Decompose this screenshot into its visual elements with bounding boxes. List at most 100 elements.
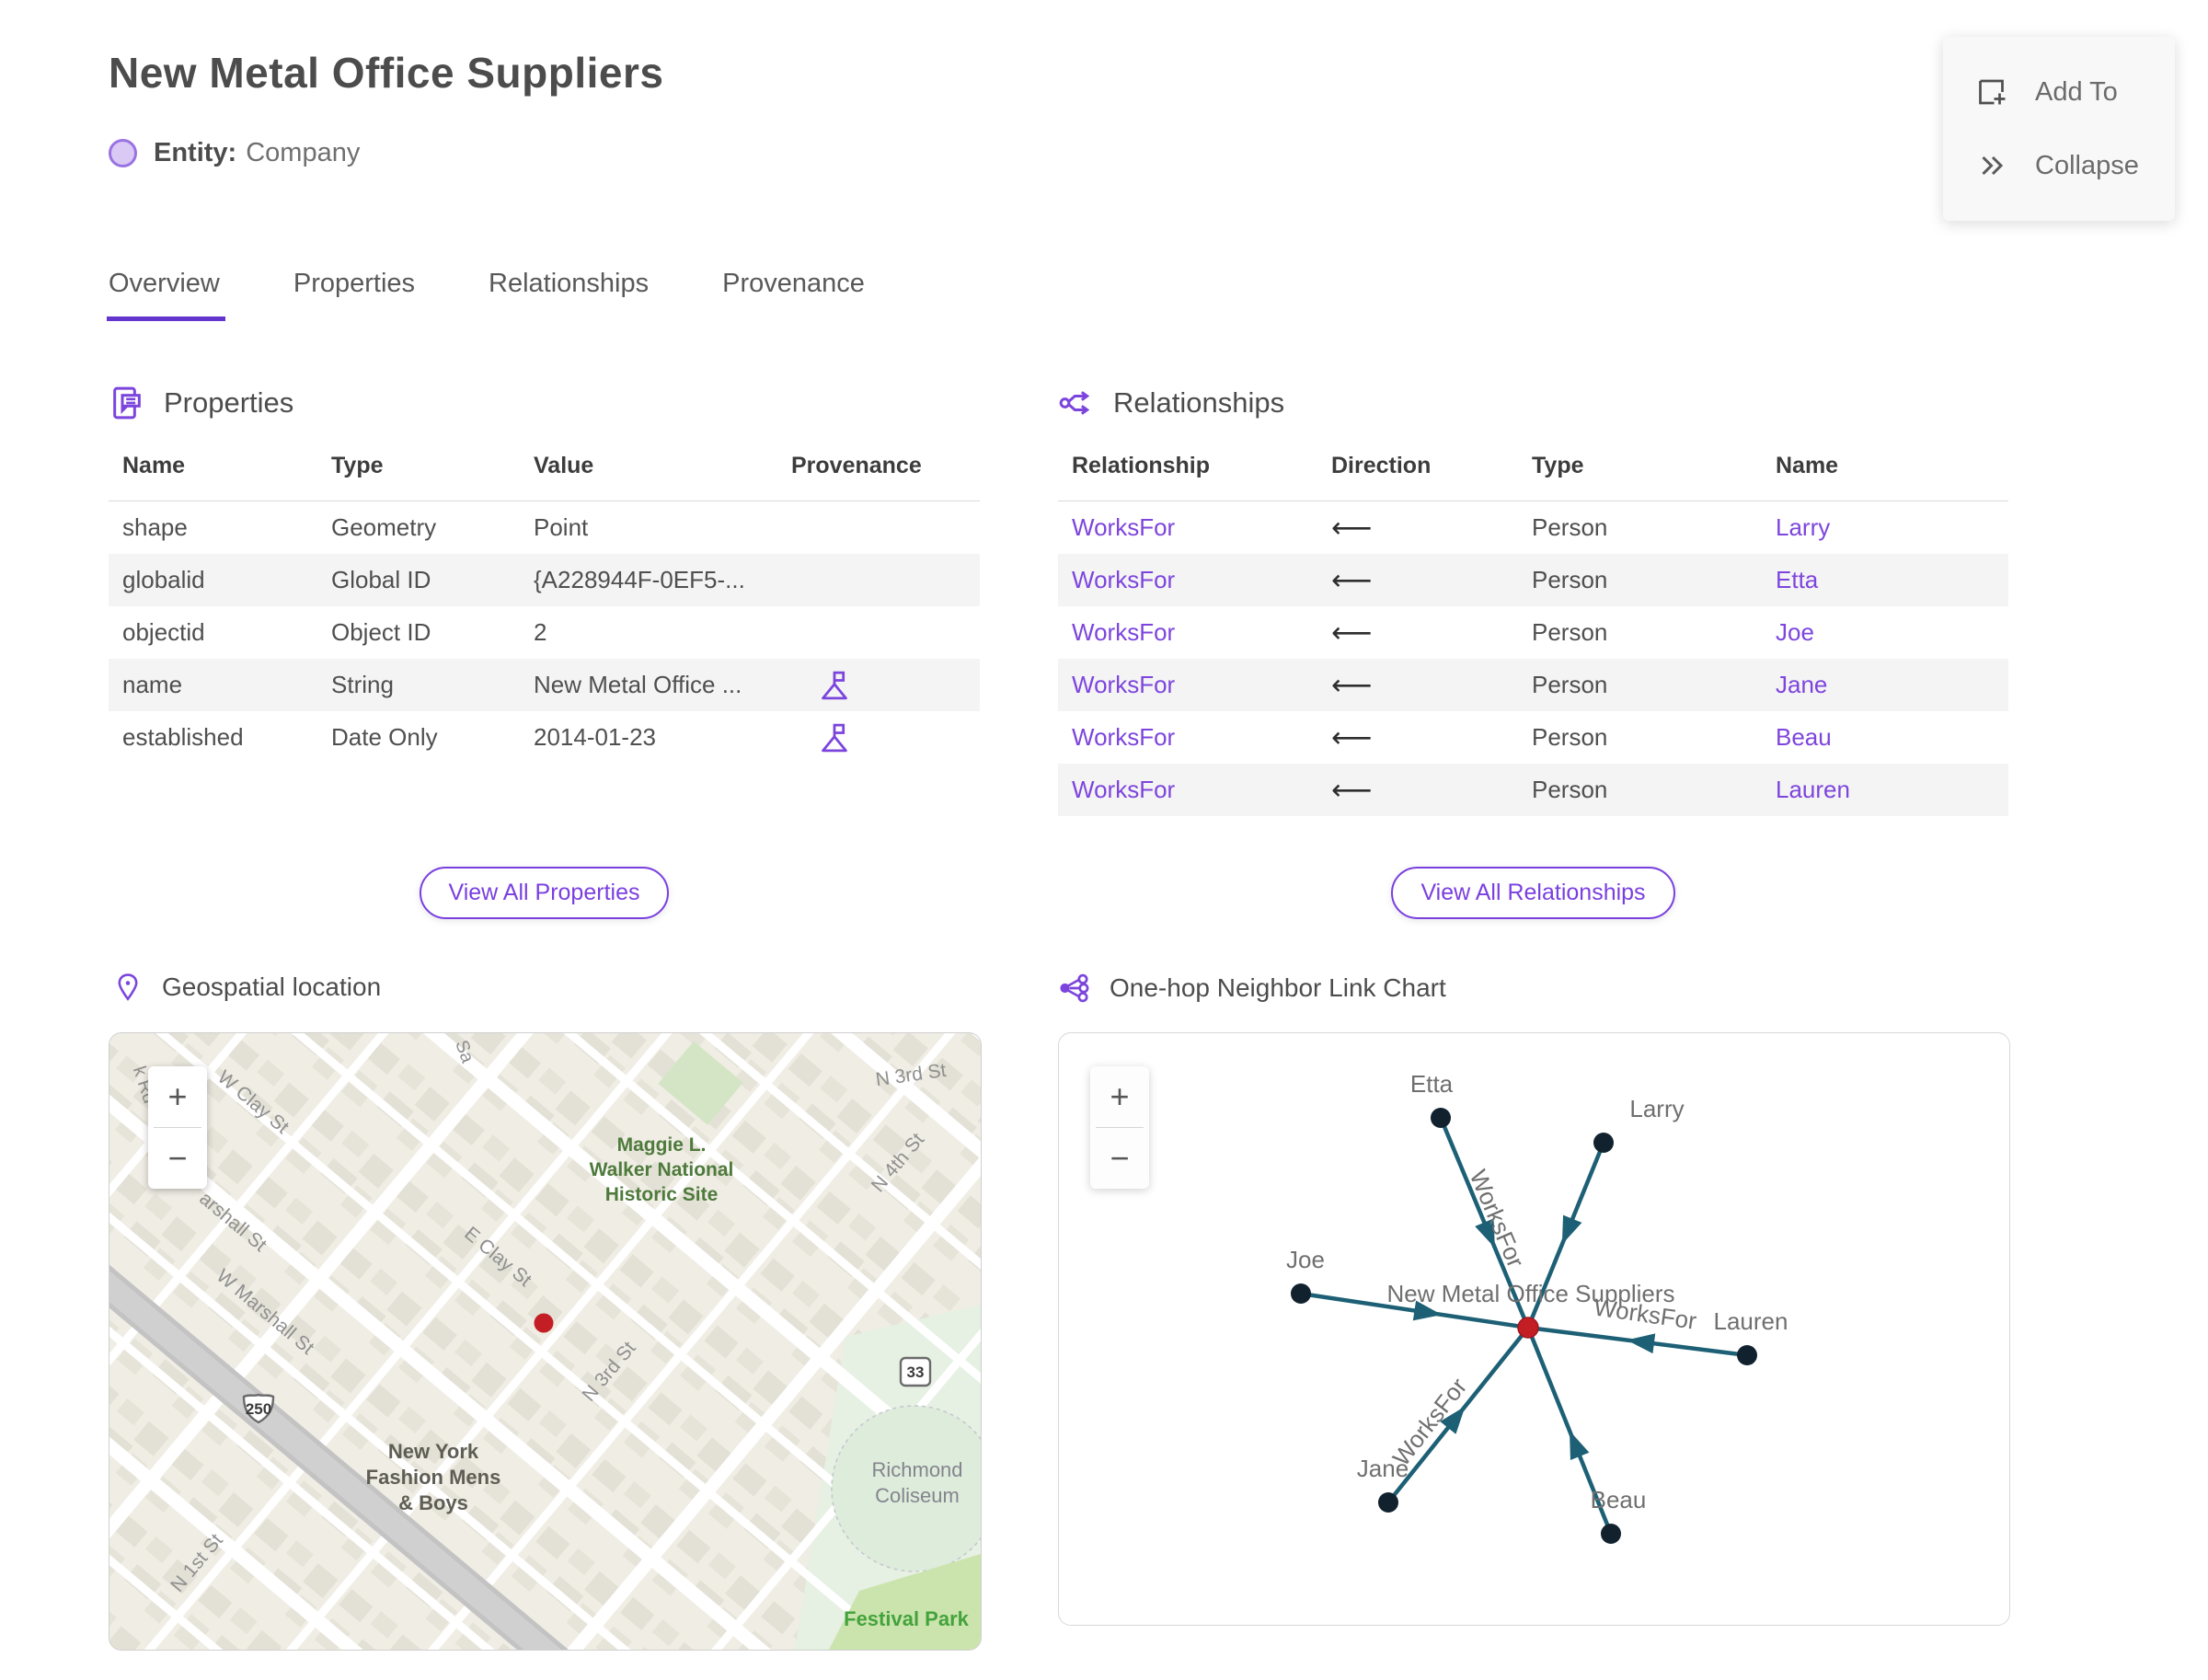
map-pin-icon	[118, 973, 138, 1001]
tab-relationships[interactable]: Relationships	[489, 269, 649, 321]
relationship-type: Person	[1532, 618, 1608, 646]
view-all-properties-button[interactable]: View All Properties	[419, 867, 670, 919]
chart-zoom-out-button[interactable]: −	[1090, 1128, 1149, 1189]
map-label: & Boys	[398, 1491, 468, 1514]
entity-name-link[interactable]: Etta	[1776, 566, 2008, 594]
node-Etta[interactable]	[1431, 1108, 1451, 1128]
node-label: Joe	[1286, 1246, 1325, 1273]
property-name: objectid	[122, 618, 205, 646]
route-shield: 33	[899, 1356, 932, 1387]
property-type: Object ID	[331, 618, 431, 646]
provenance-flag-icon[interactable]	[819, 669, 850, 702]
column-header: Direction	[1331, 453, 1432, 478]
node-label: Etta	[1410, 1070, 1454, 1098]
add-to-button[interactable]: Add To	[1943, 55, 2175, 129]
relationships-section-header: Relationships	[1058, 385, 1284, 421]
properties-table-header: Name Type Value Provenance	[109, 453, 980, 501]
center-node-label: New Metal Office Suppliers	[1386, 1280, 1674, 1307]
linkchart-section-title: One-hop Neighbor Link Chart	[1110, 973, 1446, 1002]
map-label: Maggie L.	[617, 1134, 707, 1156]
column-header: Type	[331, 453, 384, 478]
node-center[interactable]	[1517, 1317, 1539, 1339]
entity-row: Entity: Company	[109, 138, 360, 168]
table-row: WorksFor ⟵ Person Joe	[1058, 606, 2008, 659]
relationship-link[interactable]: WorksFor	[1072, 723, 1331, 752]
node-Jane[interactable]	[1378, 1492, 1398, 1513]
entity-name-link[interactable]: Lauren	[1776, 776, 2008, 804]
map-label: Festival Park	[844, 1607, 970, 1630]
entity-name-link[interactable]: Larry	[1776, 513, 2008, 542]
table-row: WorksFor ⟵ Person Etta	[1058, 554, 2008, 606]
edge-arrow	[1627, 1333, 1656, 1354]
tab-properties[interactable]: Properties	[293, 269, 415, 321]
map-label: Walker National	[590, 1159, 734, 1180]
relationship-link[interactable]: WorksFor	[1072, 776, 1331, 804]
relationship-link[interactable]: WorksFor	[1072, 566, 1331, 594]
edge-arrow	[1561, 1214, 1582, 1245]
property-name: globalid	[122, 566, 205, 593]
geospatial-section-header: Geospatial location	[112, 972, 381, 1003]
node-label: Beau	[1591, 1486, 1647, 1513]
map-label: Richmond	[871, 1458, 962, 1481]
property-name: shape	[122, 513, 188, 541]
map-label: Coliseum	[875, 1484, 960, 1507]
direction-arrow: ⟵	[1331, 511, 1373, 544]
table-row: WorksFor ⟵ Person Beau	[1058, 711, 2008, 764]
property-provenance	[791, 721, 980, 754]
chart-zoom-in-button[interactable]: +	[1090, 1066, 1149, 1127]
linkchart-section-header: One-hop Neighbor Link Chart	[1058, 972, 1446, 1005]
node-label: Lauren	[1714, 1307, 1788, 1335]
properties-table: Name Type Value Provenance shape Geometry Poin…	[109, 453, 980, 764]
svg-text:250: 250	[246, 1400, 271, 1418]
entity-name-link[interactable]: Beau	[1776, 723, 2008, 752]
add-to-label: Add To	[2035, 76, 2118, 107]
node-Larry[interactable]	[1593, 1133, 1614, 1153]
chevrons-right-icon	[1982, 155, 2004, 176]
relationship-link[interactable]: WorksFor	[1072, 618, 1331, 647]
map-marker	[534, 1313, 554, 1333]
link-chart-icon	[1060, 973, 1089, 1003]
direction-arrow: ⟵	[1331, 563, 1373, 596]
tab-provenance[interactable]: Provenance	[722, 269, 865, 321]
edge-arrow	[1570, 1431, 1590, 1460]
property-value: New Metal Office ...	[534, 671, 742, 698]
property-provenance	[791, 669, 980, 702]
actions-panel: Add To Collapse	[1943, 37, 2175, 221]
map-zoom-in-button[interactable]: +	[148, 1066, 207, 1127]
column-header: Relationship	[1072, 453, 1211, 478]
map-label: Historic Site	[605, 1184, 719, 1205]
relationship-link[interactable]: WorksFor	[1072, 513, 1331, 542]
table-row: established Date Only 2014-01-23	[109, 711, 980, 764]
relationship-type: Person	[1532, 776, 1608, 803]
column-header: Type	[1532, 453, 1584, 478]
relationships-section-title: Relationships	[1113, 386, 1285, 419]
view-all-relationships-button[interactable]: View All Relationships	[1391, 867, 1675, 919]
map-label: New York	[388, 1440, 479, 1463]
one-hop-link-chart[interactable]: WorksFor WorksFor WorksFor Etta Larry Joe Jane…	[1058, 1032, 2010, 1626]
collapse-button[interactable]: Collapse	[1943, 129, 2175, 202]
map-zoom-out-button[interactable]: −	[148, 1128, 207, 1189]
properties-icon	[113, 386, 141, 420]
relationships-icon	[1059, 391, 1090, 415]
provenance-flag-icon[interactable]	[819, 721, 850, 754]
geospatial-map[interactable]: 250 33 k Rd W Clay St Sa N 3rd St N 4th St arsh…	[109, 1032, 982, 1651]
collapse-label: Collapse	[2035, 150, 2139, 180]
entity-name-link[interactable]: Joe	[1776, 618, 2008, 647]
geospatial-section-title: Geospatial location	[162, 972, 382, 1001]
entity-name-link[interactable]: Jane	[1776, 671, 2008, 699]
node-Joe[interactable]	[1291, 1283, 1311, 1304]
property-value: Point	[534, 513, 589, 541]
node-Beau[interactable]	[1601, 1524, 1621, 1544]
direction-arrow: ⟵	[1331, 668, 1373, 701]
relationship-link[interactable]: WorksFor	[1072, 671, 1331, 699]
node-label: Larry	[1629, 1095, 1684, 1122]
tab-bar: Overview Properties Relationships Provenanc…	[107, 269, 865, 321]
tab-overview[interactable]: Overview	[107, 269, 225, 321]
table-row: objectid Object ID 2	[109, 606, 980, 659]
map-label: Fashion Mens	[366, 1466, 501, 1489]
property-type: Date Only	[331, 723, 438, 751]
property-name: established	[122, 723, 244, 751]
column-header: Provenance	[791, 453, 922, 478]
node-Lauren[interactable]	[1737, 1345, 1757, 1365]
properties-section-title: Properties	[164, 386, 294, 419]
